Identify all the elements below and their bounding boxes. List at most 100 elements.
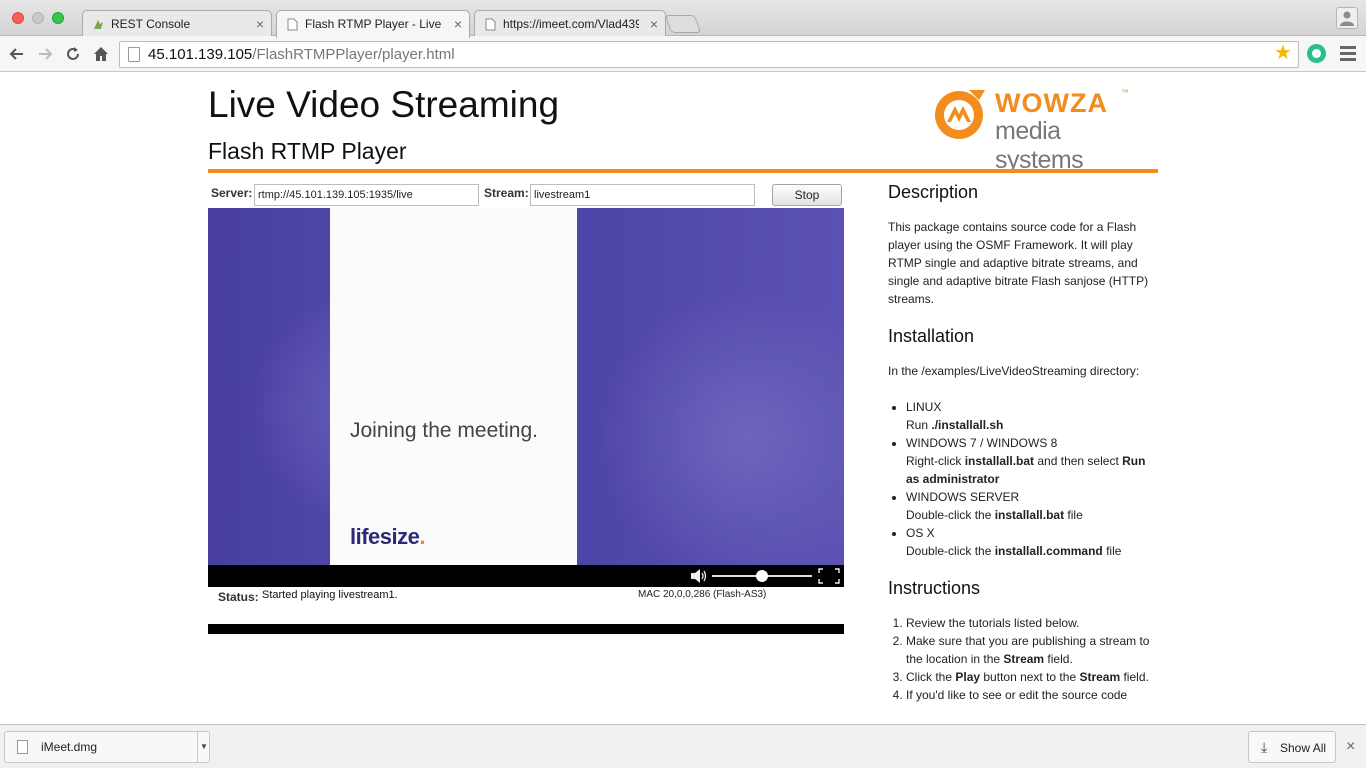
volume-slider-handle[interactable] [756, 570, 768, 582]
item-text: Review the tutorials listed below. [906, 616, 1080, 630]
item-text: Double-click the [906, 544, 995, 558]
tab-close-icon[interactable]: × [454, 16, 462, 32]
item-text: Right-click [906, 454, 965, 468]
instruction-list-item: Make sure that you are publishing a stre… [906, 632, 1158, 668]
logo-tagline: media systems [995, 117, 1084, 174]
back-button[interactable] [4, 41, 30, 67]
status-label: Status: [218, 590, 259, 604]
close-shelf-icon[interactable]: × [1346, 738, 1355, 756]
logo-trademark: ™ [1121, 88, 1129, 97]
tab-rest-console[interactable]: REST Console × [82, 10, 272, 37]
install-os-name: WINDOWS SERVER [906, 490, 1020, 504]
fullscreen-icon[interactable] [818, 568, 840, 584]
url-host: 45.101.139.105 [148, 46, 253, 63]
person-icon [1340, 11, 1354, 26]
tab-imeet[interactable]: https://imeet.com/Vlad439 × [474, 10, 666, 37]
stream-label: Stream: [484, 186, 529, 200]
tab-close-icon[interactable]: × [650, 16, 658, 32]
lifesize-dot: . [419, 524, 425, 549]
window-minimize-button[interactable] [32, 12, 44, 24]
item-text: field. [1044, 652, 1073, 666]
header-divider [208, 169, 1158, 173]
description-text: This package contains source code for a … [888, 220, 1149, 306]
window-close-button[interactable] [12, 12, 24, 24]
page-favicon-icon [485, 18, 496, 31]
info-sidebar: Description This package contains source… [888, 180, 1158, 720]
url-text[interactable]: 45.101.139.105/FlashRTMPPlayer/player.ht… [148, 46, 455, 63]
install-os-name: WINDOWS 7 / WINDOWS 8 [906, 436, 1058, 450]
address-bar[interactable]: 45.101.139.105/FlashRTMPPlayer/player.ht… [119, 41, 1299, 68]
bookmark-star-icon[interactable]: ★ [1274, 40, 1292, 65]
item-emphasis: installall.command [994, 544, 1103, 558]
item-text: Click the [906, 670, 956, 684]
lifesize-wordmark: lifesize [350, 524, 420, 549]
status-text: Started playing livestream1. [262, 589, 398, 601]
page-favicon-icon [287, 18, 298, 31]
show-all-button[interactable]: ⤓ Show All [1248, 731, 1336, 763]
item-text: Double-click the [906, 508, 995, 522]
install-list-item: LINUX Run ./installall.sh [906, 398, 1158, 434]
download-menu-chevron-icon[interactable]: ▼ [197, 732, 210, 762]
tab-label: REST Console [111, 17, 191, 31]
item-text: button next to the [980, 670, 1080, 684]
item-emphasis: installall.bat [994, 508, 1065, 522]
wowza-logo-icon [935, 90, 985, 139]
video-controls [208, 565, 844, 587]
page-subtitle: Flash RTMP Player [208, 138, 407, 164]
video-player[interactable]: Joining the meeting. lifesize. [208, 208, 844, 565]
instruction-list-item: Review the tutorials listed below. [906, 614, 1158, 632]
slide-message: Joining the meeting. [350, 419, 538, 442]
wowza-logo: WOWZA ™ media systems [933, 86, 1133, 174]
install-os-name: LINUX [906, 400, 942, 414]
download-file-name: iMeet.dmg [41, 740, 98, 754]
back-arrow-icon [9, 48, 23, 60]
install-list-item: WINDOWS SERVER Double-click the installal… [906, 488, 1158, 524]
rest-console-favicon-icon [94, 20, 103, 29]
install-os-name: OS X [906, 526, 935, 540]
logo-wordmark: WOWZA [995, 88, 1108, 118]
extension-icon[interactable] [1307, 44, 1326, 63]
item-text: file [1102, 544, 1122, 558]
page-icon [128, 47, 140, 62]
volume-icon[interactable] [690, 568, 708, 584]
stop-button[interactable]: Stop [772, 184, 842, 206]
item-text: Run [906, 418, 932, 432]
instructions-heading: Instructions [888, 578, 981, 598]
server-input[interactable] [254, 184, 479, 206]
item-emphasis: installall.bat [964, 454, 1035, 468]
browser-menu-icon[interactable] [1340, 43, 1356, 64]
download-item[interactable]: iMeet.dmg ▼ [4, 731, 210, 763]
tab-label: Flash RTMP Player - Live V [305, 17, 443, 31]
tab-strip: REST Console × Flash RTMP Player - Live … [0, 0, 1366, 38]
new-tab-button[interactable] [664, 15, 702, 33]
show-all-label: Show All [1280, 741, 1327, 755]
install-list-item: OS XDouble-click the installall.command … [906, 524, 1158, 560]
download-shelf: iMeet.dmg ▼ ⤓ Show All × [0, 724, 1366, 768]
instruction-list-item: Click the Play button next to the Stream… [906, 668, 1158, 686]
item-emphasis: ./installall.sh [931, 418, 1004, 432]
home-button[interactable] [88, 41, 114, 67]
player-footer-bar [208, 624, 844, 634]
lifesize-logo: lifesize. [350, 524, 425, 550]
page-title: Live Video Streaming [208, 84, 560, 125]
flash-version-text: MAC 20,0,0,286 (Flash-AS3) [638, 589, 767, 600]
installation-heading: Installation [888, 326, 975, 346]
stream-input[interactable] [530, 184, 755, 206]
forward-button[interactable] [32, 41, 58, 67]
item-text: If you'd like to see or edit the source … [906, 688, 1128, 702]
installation-list: LINUX Run ./installall.sh WINDOWS 7 / WIND… [906, 398, 1158, 560]
item-text: field. [1120, 670, 1149, 684]
tab-close-icon[interactable]: × [256, 16, 264, 32]
profile-icon[interactable] [1336, 7, 1358, 29]
file-icon [17, 740, 28, 754]
reload-icon [67, 47, 79, 60]
page-content: Live Video Streaming Flash RTMP Player W… [0, 72, 1366, 724]
reload-button[interactable] [60, 41, 86, 67]
server-label: Server: [211, 186, 253, 200]
home-icon [94, 47, 108, 61]
tab-label: https://imeet.com/Vlad439 [503, 17, 639, 31]
video-slide: Joining the meeting. lifesize. [330, 208, 577, 565]
item-emphasis: Play [955, 670, 981, 684]
window-zoom-button[interactable] [52, 12, 64, 24]
tab-flash-rtmp-player[interactable]: Flash RTMP Player - Live V × [276, 10, 470, 38]
